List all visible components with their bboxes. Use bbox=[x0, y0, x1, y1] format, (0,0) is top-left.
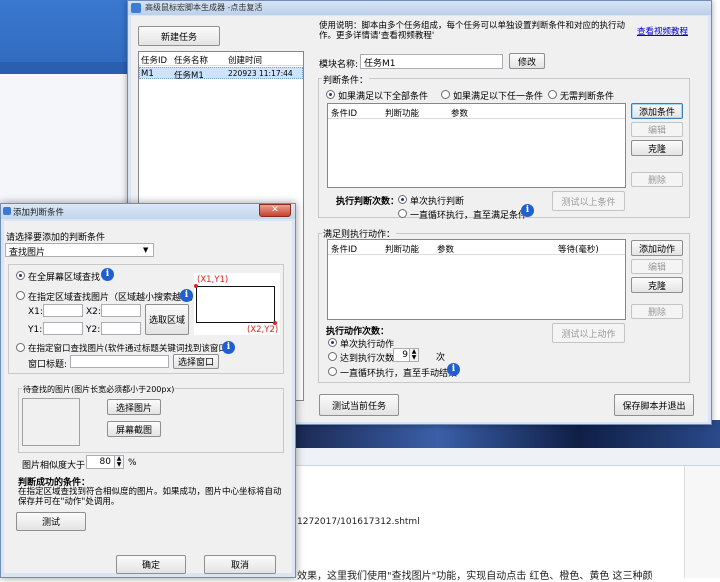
cond-none-label: 无需判断条件 bbox=[560, 92, 615, 102]
cond-any-radio[interactable] bbox=[441, 90, 450, 99]
window-title-input[interactable] bbox=[70, 355, 169, 368]
task-list-header-divider bbox=[139, 65, 303, 66]
pick-region-button[interactable]: 选取区域 bbox=[145, 304, 189, 335]
window-radio[interactable] bbox=[16, 343, 25, 352]
region-preview-rect bbox=[196, 286, 275, 323]
act-n-spinner[interactable]: ▲ ▼ bbox=[409, 348, 419, 362]
image-group-title: 待查找的图片(图片长宽必须都小于200px) bbox=[22, 384, 176, 395]
cond-any-label: 如果满足以下任一条件 bbox=[453, 92, 544, 102]
test-actions-button[interactable]: 测试以上动作 bbox=[552, 323, 625, 343]
region-corner1-label: (X1,Y1) bbox=[197, 275, 229, 285]
fullscreen-radio[interactable] bbox=[16, 271, 25, 280]
window-info-icon[interactable]: i bbox=[222, 341, 235, 354]
ok-button[interactable]: 确定 bbox=[116, 555, 186, 574]
edit-condition-button[interactable]: 编辑 bbox=[631, 122, 683, 137]
region-info-icon[interactable]: i bbox=[180, 289, 193, 302]
video-tutorial-link[interactable]: 查看视频教程 bbox=[637, 25, 688, 37]
condition-list bbox=[327, 103, 626, 188]
task-row-name: 任务M1 bbox=[174, 71, 204, 81]
judge-loop-radio[interactable] bbox=[398, 209, 407, 218]
save-exit-button[interactable]: 保存脚本并退出 bbox=[614, 394, 694, 416]
delete-action-button[interactable]: 删除 bbox=[631, 304, 683, 319]
y1-label: Y1: bbox=[28, 325, 43, 335]
dialog-close-button[interactable]: ✕ bbox=[259, 204, 291, 217]
module-name-label: 模块名称: bbox=[319, 60, 359, 70]
background-browser-toolbar bbox=[296, 448, 720, 466]
act-n-radio[interactable] bbox=[328, 352, 337, 361]
act-loop-label: 一直循环执行，直至手动结束 bbox=[340, 369, 458, 379]
act-n-unit: 次 bbox=[436, 353, 446, 363]
test-task-button[interactable]: 测试当前任务 bbox=[319, 394, 399, 416]
app-icon bbox=[131, 3, 141, 13]
window-title-label: 窗口标题: bbox=[28, 360, 68, 370]
x1-label: X1: bbox=[28, 307, 43, 317]
x1-input[interactable] bbox=[43, 304, 83, 317]
similarity-spinner[interactable]: ▲ ▼ bbox=[114, 455, 124, 469]
condition-type-select[interactable]: 查找图片 bbox=[5, 243, 154, 257]
new-task-button[interactable]: 新建任务 bbox=[138, 26, 220, 46]
region-corner2-label: (X2,Y2) bbox=[247, 325, 279, 335]
background-window-left-white bbox=[0, 70, 128, 210]
task-row-id: M1 bbox=[141, 69, 154, 79]
action-list-header-divider bbox=[328, 254, 625, 255]
action-times-label: 执行动作次数： bbox=[326, 327, 390, 337]
chevron-down-icon[interactable]: ▼ bbox=[143, 246, 148, 254]
background-browser bbox=[296, 448, 720, 578]
clone-action-button[interactable]: 克隆 bbox=[631, 277, 683, 293]
add-condition-button[interactable]: 添加条件 bbox=[631, 103, 683, 119]
dialog-title: 添加判断条件 bbox=[13, 208, 65, 218]
judge-once-label: 单次执行判断 bbox=[410, 197, 465, 207]
cond-all-radio[interactable] bbox=[326, 90, 335, 99]
background-article-text: 效果，这里我们使用"查找图片"功能，实现自动点击 红色、橙色、黄色 这三种颜 bbox=[297, 571, 653, 582]
region-label: 在指定区域查找图片（区域越小搜索越快） bbox=[28, 293, 200, 303]
act-info-icon[interactable]: i bbox=[447, 363, 460, 376]
judge-once-radio[interactable] bbox=[398, 195, 407, 204]
task-row-time: 220923 11:17:44 bbox=[228, 69, 293, 78]
act-once-label: 单次执行动作 bbox=[340, 340, 395, 350]
fullscreen-label: 在全屏幕区域查找 bbox=[28, 273, 101, 283]
cond-none-radio[interactable] bbox=[548, 90, 557, 99]
fullscreen-info-icon[interactable]: i bbox=[101, 268, 114, 281]
test-conditions-button[interactable]: 测试以上条件 bbox=[552, 191, 625, 211]
cond-all-label: 如果满足以下全部条件 bbox=[338, 92, 429, 102]
help-text: 使用说明：脚本由多个任务组成，每个任务可以单独设置判断条件和对应的执行动作。更多… bbox=[319, 21, 626, 41]
condition-list-header-divider bbox=[328, 118, 625, 119]
edit-action-button[interactable]: 编辑 bbox=[631, 259, 683, 274]
test-button[interactable]: 测试 bbox=[16, 512, 86, 531]
main-window-title: 高级鼠标宏脚本生成器 -点击复活 bbox=[145, 3, 263, 12]
success-text: 在指定区域查找到符合相似度的图片。如果成功，图片中心坐标将自动保存并可在"动作"… bbox=[18, 487, 282, 507]
dialog-icon bbox=[3, 207, 11, 215]
condition-group-title: 判断条件： bbox=[322, 73, 370, 86]
background-browser-sidebar bbox=[684, 466, 720, 578]
act-loop-radio[interactable] bbox=[328, 367, 337, 376]
add-action-button[interactable]: 添加动作 bbox=[631, 240, 683, 256]
act-once-radio[interactable] bbox=[328, 338, 337, 347]
judge-info-icon[interactable]: i bbox=[521, 204, 534, 217]
similarity-label: 图片相似度大于 bbox=[22, 461, 86, 471]
choose-condition-label: 请选择要添加的判断条件 bbox=[6, 233, 106, 243]
region-radio[interactable] bbox=[16, 291, 25, 300]
background-window-strip bbox=[0, 62, 128, 74]
y1-input[interactable] bbox=[43, 322, 83, 335]
similarity-unit: % bbox=[128, 458, 137, 468]
judge-times-label: 执行判断次数： bbox=[336, 197, 400, 207]
pick-window-button[interactable]: 选择窗口 bbox=[173, 354, 219, 369]
act-n-label: 达到执行次数 bbox=[340, 354, 395, 364]
module-name-input[interactable]: 任务M1 bbox=[360, 54, 503, 69]
cancel-button[interactable]: 取消 bbox=[204, 555, 276, 574]
clone-condition-button[interactable]: 克隆 bbox=[631, 140, 683, 156]
window-label: 在指定窗口查找图片(软件通过标题关键词找到该窗口) bbox=[28, 344, 231, 354]
delete-condition-button[interactable]: 删除 bbox=[631, 172, 683, 187]
background-url-text: 1272017/101617312.shtml bbox=[297, 517, 420, 527]
x2-label: X2: bbox=[86, 307, 101, 317]
pick-image-button[interactable]: 选择图片 bbox=[107, 399, 161, 415]
judge-loop-label: 一直循环执行，直至满足条件 bbox=[410, 211, 528, 221]
image-preview bbox=[22, 398, 80, 446]
y2-input[interactable] bbox=[101, 322, 141, 335]
y2-label: Y2: bbox=[86, 325, 101, 335]
modify-button[interactable]: 修改 bbox=[509, 53, 545, 69]
x2-input[interactable] bbox=[101, 304, 141, 317]
screenshot-button[interactable]: 屏幕截图 bbox=[107, 421, 161, 437]
